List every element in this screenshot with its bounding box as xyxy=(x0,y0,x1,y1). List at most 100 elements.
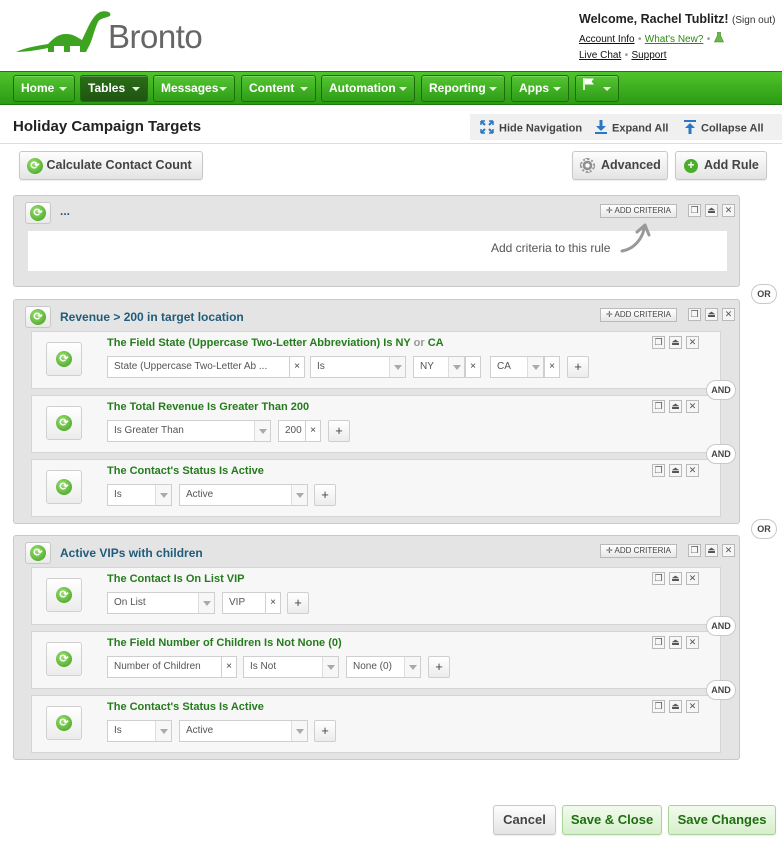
operator-select[interactable]: Is Greater Than xyxy=(107,420,271,442)
account-info-link[interactable]: Account Info xyxy=(579,34,635,45)
and-connector[interactable]: AND xyxy=(706,444,736,464)
field-select[interactable]: State (Uppercase Two-Letter Ab ... xyxy=(107,356,290,378)
add-criteria-button[interactable]: ✛ ADD CRITERIA xyxy=(600,308,677,322)
copy-icon[interactable]: ❐ xyxy=(652,336,665,349)
operator-select[interactable]: Is xyxy=(107,484,172,506)
add-value-button[interactable]: + xyxy=(314,484,336,506)
remove-icon[interactable]: × xyxy=(221,656,237,678)
add-rule-button[interactable]: + Add Rule xyxy=(675,151,767,180)
copy-icon[interactable]: ❐ xyxy=(652,636,665,649)
remove-icon[interactable]: × xyxy=(544,356,560,378)
move-up-icon[interactable]: ⏏ xyxy=(669,336,682,349)
nav-flag[interactable] xyxy=(575,75,619,102)
criterion-refresh-button[interactable]: ⟳ xyxy=(46,578,82,612)
criterion-refresh-button[interactable]: ⟳ xyxy=(46,706,82,740)
rule-refresh-button[interactable]: ⟳ xyxy=(25,542,51,564)
move-up-icon[interactable]: ⏏ xyxy=(669,572,682,585)
add-value-button[interactable]: + xyxy=(314,720,336,742)
close-icon[interactable]: ✕ xyxy=(686,572,699,585)
value-select[interactable]: CA xyxy=(490,356,544,378)
field-select[interactable]: Number of Children xyxy=(107,656,222,678)
move-up-icon[interactable]: ⏏ xyxy=(669,636,682,649)
copy-icon[interactable]: ❐ xyxy=(688,308,701,321)
close-icon[interactable]: ✕ xyxy=(686,336,699,349)
expand-all-button[interactable]: Expand All xyxy=(595,120,668,137)
nav-automation[interactable]: Automation xyxy=(321,75,415,102)
remove-icon[interactable]: × xyxy=(265,592,281,614)
value-select[interactable]: NY xyxy=(413,356,465,378)
live-chat-link[interactable]: Live Chat xyxy=(579,50,621,61)
or-connector[interactable]: OR xyxy=(751,284,777,304)
flask-icon[interactable] xyxy=(713,31,724,46)
close-icon[interactable]: ✕ xyxy=(722,204,735,217)
save-changes-button[interactable]: Save Changes xyxy=(668,805,776,835)
save-and-close-button[interactable]: Save & Close xyxy=(562,805,662,835)
operator-select[interactable]: Is xyxy=(107,720,172,742)
copy-icon[interactable]: ❐ xyxy=(652,700,665,713)
nav-apps[interactable]: Apps xyxy=(511,75,569,102)
nav-home[interactable]: Home xyxy=(13,75,75,102)
cancel-button[interactable]: Cancel xyxy=(493,805,556,835)
value-select[interactable]: None (0) xyxy=(346,656,421,678)
advanced-button[interactable]: Advanced xyxy=(572,151,668,180)
rule-refresh-button[interactable]: ⟳ xyxy=(25,306,51,328)
nav-reporting[interactable]: Reporting xyxy=(421,75,505,102)
value-select[interactable]: Active xyxy=(179,720,308,742)
value-select[interactable]: Active xyxy=(179,484,308,506)
nav-content[interactable]: Content xyxy=(241,75,316,102)
move-up-icon[interactable]: ⏏ xyxy=(669,400,682,413)
move-up-icon[interactable]: ⏏ xyxy=(705,308,718,321)
remove-icon[interactable]: × xyxy=(289,356,305,378)
operator-select[interactable]: Is xyxy=(310,356,406,378)
and-connector[interactable]: AND xyxy=(706,680,736,700)
move-up-icon[interactable]: ⏏ xyxy=(705,204,718,217)
remove-icon[interactable]: × xyxy=(465,356,481,378)
add-value-button[interactable]: + xyxy=(328,420,350,442)
remove-icon[interactable]: × xyxy=(305,420,321,442)
collapse-all-button[interactable]: Collapse All xyxy=(684,120,764,137)
rule-refresh-button[interactable]: ⟳ xyxy=(25,202,51,224)
operator-select[interactable]: Is Not xyxy=(243,656,339,678)
calculate-contact-count-button[interactable]: ⟳ Calculate Contact Count xyxy=(19,151,203,180)
value-input[interactable]: 200 xyxy=(278,420,306,442)
support-link[interactable]: Support xyxy=(631,50,666,61)
add-value-button[interactable]: + xyxy=(287,592,309,614)
criterion-refresh-button[interactable]: ⟳ xyxy=(46,642,82,676)
copy-icon[interactable]: ❐ xyxy=(688,544,701,557)
copy-icon[interactable]: ❐ xyxy=(652,400,665,413)
copy-icon[interactable]: ❐ xyxy=(652,572,665,585)
list-select[interactable]: VIP xyxy=(222,592,266,614)
operator-select[interactable]: On List xyxy=(107,592,215,614)
close-icon[interactable]: ✕ xyxy=(722,544,735,557)
chevron-down-icon xyxy=(219,87,227,91)
close-icon[interactable]: ✕ xyxy=(686,700,699,713)
criterion-refresh-button[interactable]: ⟳ xyxy=(46,342,82,376)
criterion-refresh-button[interactable]: ⟳ xyxy=(46,470,82,504)
and-connector[interactable]: AND xyxy=(706,380,736,400)
refresh-icon: ⟳ xyxy=(27,157,43,174)
nav-messages[interactable]: Messages xyxy=(153,75,235,102)
whats-new-link[interactable]: What's New? xyxy=(645,34,704,45)
close-icon[interactable]: ✕ xyxy=(686,636,699,649)
criterion-refresh-button[interactable]: ⟳ xyxy=(46,406,82,440)
nav-tables[interactable]: Tables xyxy=(80,75,148,102)
close-icon[interactable]: ✕ xyxy=(686,400,699,413)
add-value-button[interactable]: + xyxy=(428,656,450,678)
nav-reporting-label: Reporting xyxy=(429,81,486,95)
sign-out-link[interactable]: (Sign out) xyxy=(732,15,775,26)
hide-navigation-button[interactable]: Hide Navigation xyxy=(480,120,582,137)
move-up-icon[interactable]: ⏏ xyxy=(705,544,718,557)
or-connector[interactable]: OR xyxy=(751,519,777,539)
close-icon[interactable]: ✕ xyxy=(686,464,699,477)
add-criteria-button[interactable]: ✛ ADD CRITERIA xyxy=(600,204,677,218)
add-value-button[interactable]: + xyxy=(567,356,589,378)
and-connector[interactable]: AND xyxy=(706,616,736,636)
value-text: None (0) xyxy=(353,661,392,672)
copy-icon[interactable]: ❐ xyxy=(652,464,665,477)
move-up-icon[interactable]: ⏏ xyxy=(669,464,682,477)
copy-icon[interactable]: ❐ xyxy=(688,204,701,217)
add-criteria-button[interactable]: ✛ ADD CRITERIA xyxy=(600,544,677,558)
chevron-down-icon xyxy=(132,87,140,91)
close-icon[interactable]: ✕ xyxy=(722,308,735,321)
move-up-icon[interactable]: ⏏ xyxy=(669,700,682,713)
